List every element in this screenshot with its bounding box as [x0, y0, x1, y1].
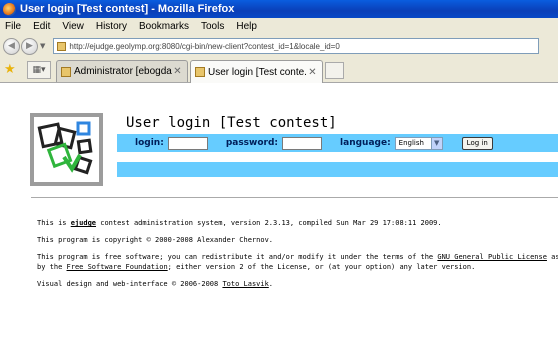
login-input[interactable] [167, 136, 208, 150]
navigation-bar: ◀ ▶ ▼ http://ejudge.geolymp.org:8080/cgi… [0, 35, 558, 57]
footer-text: contest administration system, version 2… [96, 219, 442, 227]
menu-bar: File Edit View History Bookmarks Tools H… [0, 18, 558, 35]
menu-file[interactable]: File [0, 21, 27, 32]
ejudge-logo [30, 113, 103, 186]
tab-list-button[interactable]: ▦▾ [27, 61, 51, 79]
back-arrow-icon: ◀ [8, 41, 15, 51]
tab-favicon-icon [61, 66, 71, 77]
password-label: password: [225, 138, 279, 148]
firefox-icon [3, 2, 16, 16]
site-favicon-icon [57, 41, 67, 51]
footer-text: as p [551, 253, 558, 261]
status-bar-strip [117, 162, 558, 177]
tab-label: Administrator [ebogda... [74, 66, 172, 77]
divider [31, 197, 558, 198]
footer-line-license: This program is free software; you can r… [37, 252, 558, 262]
address-url: http://ejudge.geolymp.org:8080/cgi-bin/n… [69, 41, 340, 51]
footer-text: by the [37, 263, 67, 271]
close-icon[interactable]: ✕ [172, 66, 183, 77]
tab-favicon-icon [195, 67, 205, 77]
login-button[interactable]: Log in [461, 136, 493, 150]
window-title: User login [Test contest] - Mozilla Fire… [20, 3, 235, 15]
menu-history[interactable]: History [90, 21, 133, 32]
new-tab-button[interactable] [325, 62, 344, 79]
menu-bookmarks[interactable]: Bookmarks [133, 21, 195, 32]
tab-user-login[interactable]: User login [Test conte... ✕ [190, 60, 323, 83]
password-input[interactable] [282, 136, 323, 150]
tab-bar: ★ ▦▾ Administrator [ebogda... ✕ User log… [0, 57, 558, 83]
bookmark-star-icon[interactable]: ★ [4, 62, 16, 77]
footer-line-design: Visual design and web-interface © 2006-2… [37, 279, 558, 289]
title-bar: User login [Test contest] - Mozilla Fire… [0, 0, 558, 18]
login-label: login: [135, 138, 164, 148]
page-content: User login [Test contest] login: passwor… [0, 84, 558, 347]
footer-text: This program is copyright © 2000-2008 Al… [37, 236, 274, 244]
forward-button[interactable]: ▶ [21, 37, 38, 55]
footer-line-fsf: by the Free Software Foundation; either … [37, 262, 558, 272]
footer-text: This program is free software; you can r… [37, 253, 438, 261]
tab-administrator[interactable]: Administrator [ebogda... ✕ [56, 60, 188, 82]
logo-graphic [34, 117, 99, 182]
menu-help[interactable]: Help [230, 21, 263, 32]
toto-lasvik-link[interactable]: Toto Lasvik [222, 280, 268, 288]
address-bar[interactable]: http://ejudge.geolymp.org:8080/cgi-bin/n… [53, 38, 540, 54]
history-dropdown-icon[interactable]: ▼ [40, 42, 45, 50]
footer-text: . [268, 280, 274, 288]
menu-edit[interactable]: Edit [27, 21, 56, 32]
back-button[interactable]: ◀ [3, 37, 20, 55]
language-select[interactable]: English ▼ [394, 136, 443, 150]
grid-icon: ▦▾ [32, 65, 46, 75]
forward-arrow-icon: ▶ [26, 41, 33, 51]
footer-text: This is [37, 219, 71, 227]
menu-view[interactable]: View [56, 21, 90, 32]
footer-text: Visual design and web-interface © 2006-2… [37, 280, 223, 288]
footer-line-copyright: This program is copyright © 2000-2008 Al… [37, 235, 558, 245]
language-value: English [398, 139, 424, 147]
tab-label: User login [Test conte... [208, 66, 307, 78]
footer-text: ; either version 2 of the License, or (a… [167, 263, 476, 271]
gpl-link[interactable]: GNU General Public License [437, 253, 547, 261]
footer-line-version: This is ejudge contest administration sy… [37, 218, 558, 228]
page-title: User login [Test contest] [126, 115, 337, 131]
close-icon[interactable]: ✕ [307, 67, 318, 78]
menu-tools[interactable]: Tools [195, 21, 230, 32]
ejudge-link[interactable]: ejudge [71, 219, 96, 227]
language-label: language: [340, 138, 391, 148]
login-form-bar: login: password: language: English ▼ Log… [117, 134, 558, 152]
fsf-link[interactable]: Free Software Foundation [67, 263, 168, 271]
chevron-down-icon: ▼ [430, 137, 442, 149]
